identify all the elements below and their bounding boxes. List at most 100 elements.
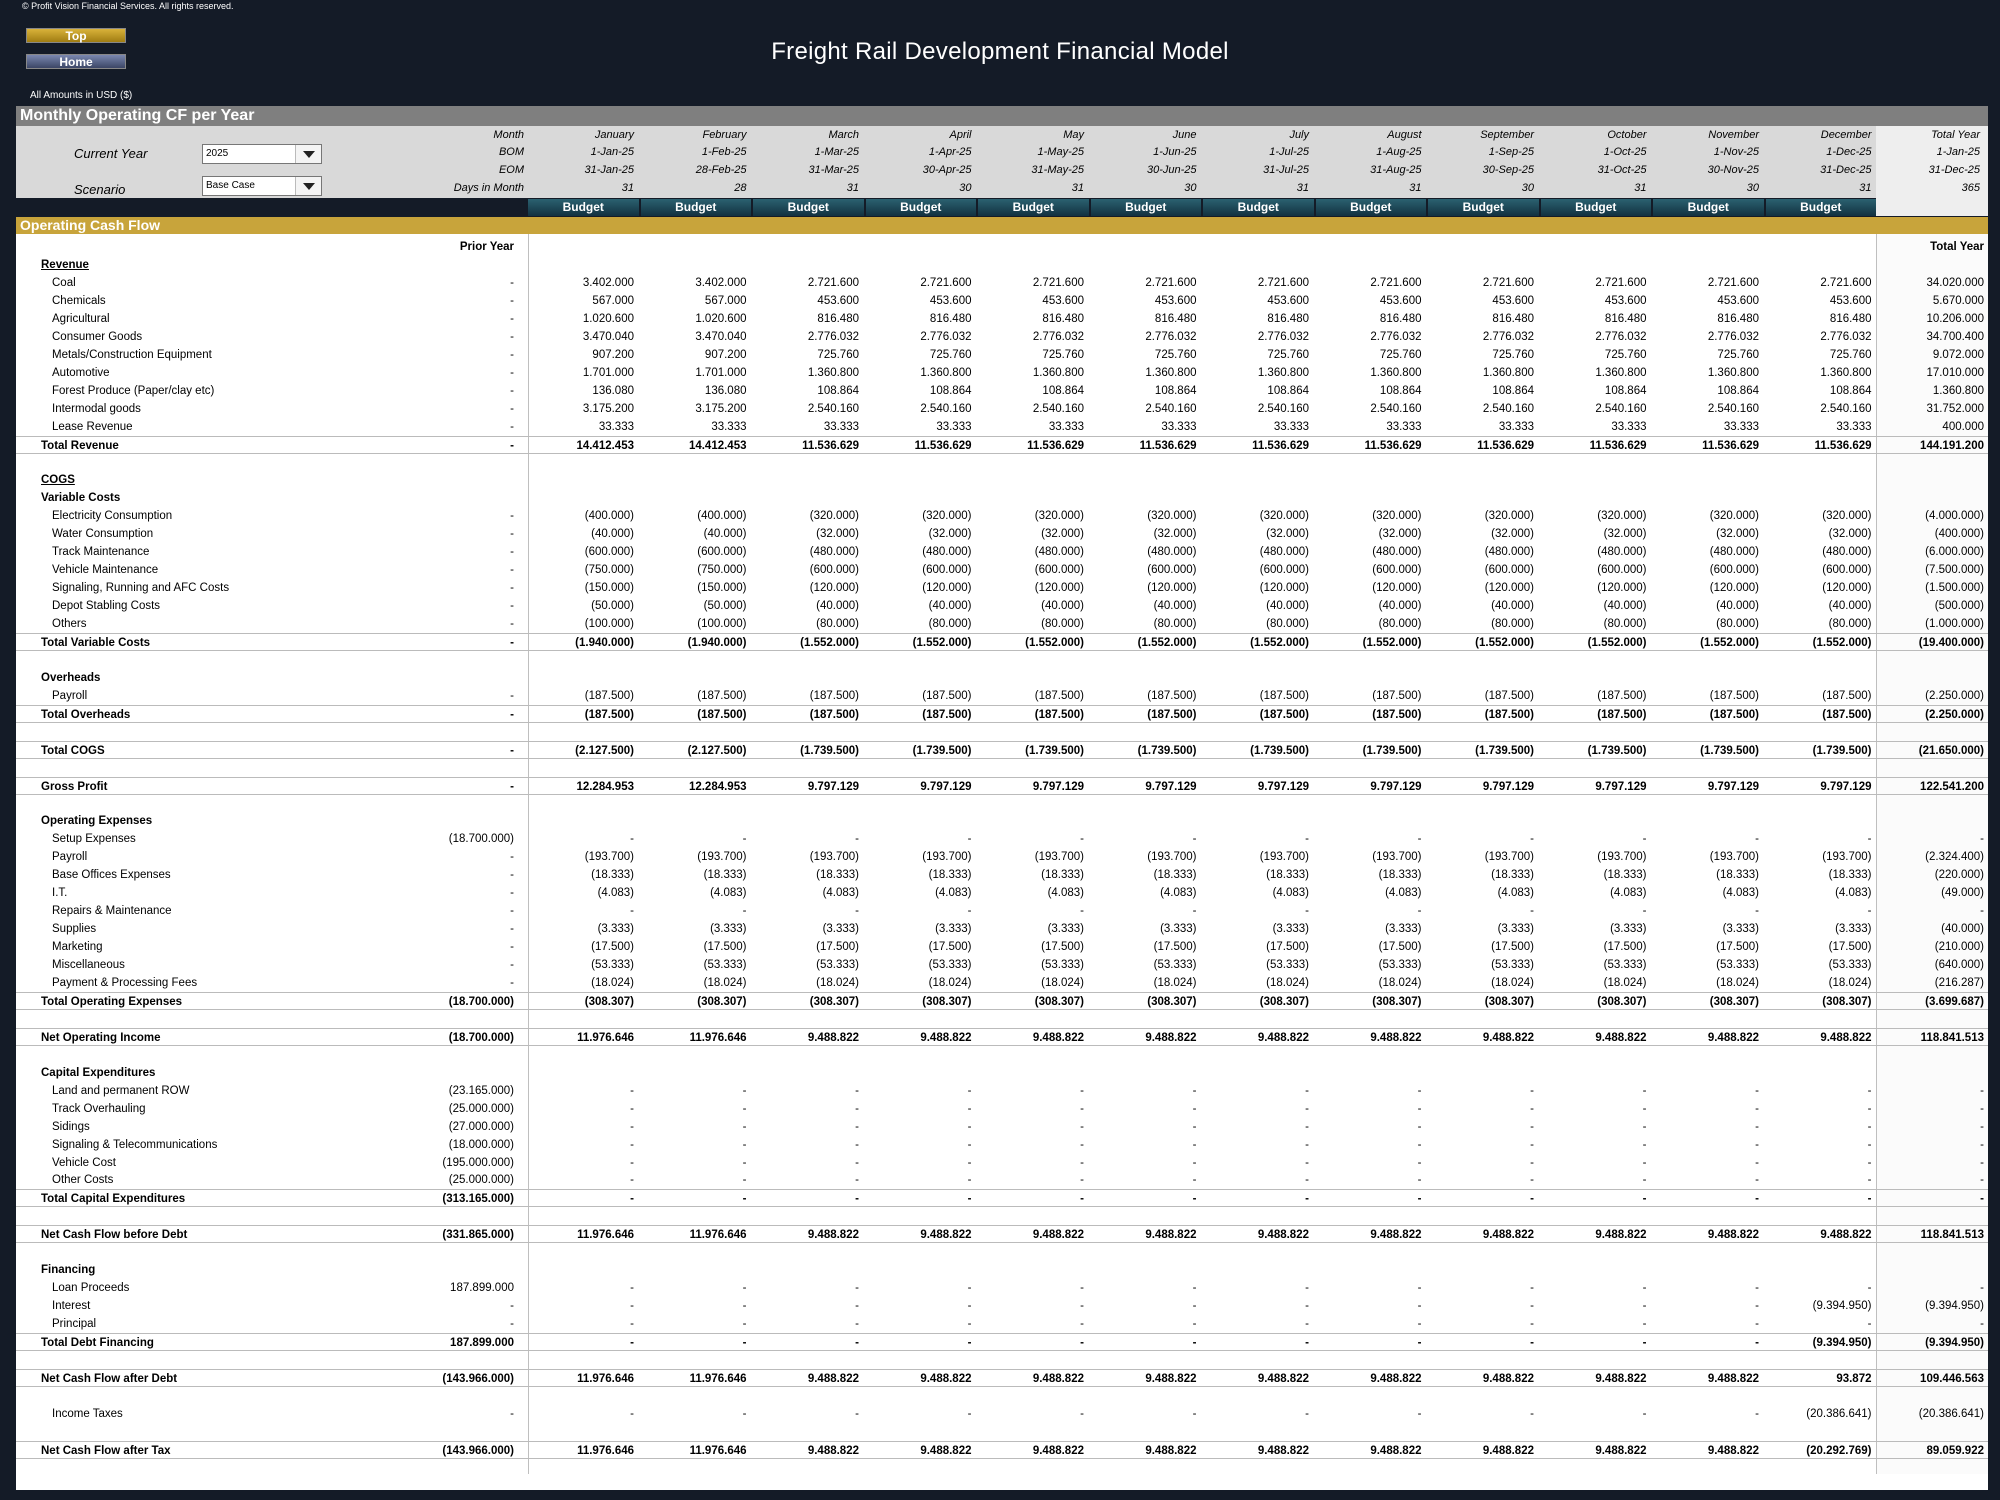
total-year-value: - <box>1980 1102 1984 1115</box>
month-value: (32.000) <box>1153 528 1197 541</box>
month-value: - <box>1417 1318 1422 1331</box>
month-value: (193.700) <box>1709 851 1759 864</box>
month-header-name: May <box>1063 129 1084 141</box>
current-year-select[interactable]: 2025 <box>202 144 322 164</box>
month-value: (40.000) <box>1603 600 1647 613</box>
month-row-label: Month <box>493 129 524 141</box>
month-value: 11.976.646 <box>577 1031 634 1044</box>
total-year-days: 365 <box>1961 182 1980 194</box>
month-value: (4.083) <box>822 887 859 900</box>
month-value: (18.333) <box>703 869 747 882</box>
month-value: 567.000 <box>704 294 747 307</box>
days-row-label: Days in Month <box>453 182 524 194</box>
month-value: - <box>1530 1156 1534 1169</box>
month-value: 725.760 <box>1829 348 1872 361</box>
month-value: - <box>855 1174 859 1187</box>
month-header-days: 31 <box>1859 182 1872 194</box>
month-value: (400.000) <box>697 510 747 523</box>
month-header-eom: 28-Feb-25 <box>695 164 747 176</box>
month-value: - <box>1192 1156 1197 1169</box>
month-value: - <box>1417 1193 1422 1206</box>
month-value: 816.480 <box>1717 312 1759 325</box>
month-value: 9.488.822 <box>1820 1031 1872 1044</box>
month-value: - <box>1305 1337 1309 1349</box>
month-value: (2.127.500) <box>687 744 747 757</box>
budget-label: Budget <box>1653 199 1764 216</box>
month-value: 1.020.600 <box>695 312 747 325</box>
month-value: (600.000) <box>922 564 972 577</box>
month-value: 11.976.646 <box>577 1372 634 1385</box>
total-year-value: - <box>1980 1120 1984 1133</box>
budget-label: Budget <box>1315 199 1426 216</box>
month-value: 9.488.822 <box>807 1229 859 1242</box>
month-header-bom: 1-Aug-25 <box>1376 146 1422 158</box>
month-value: - <box>1080 1174 1084 1187</box>
month-value: (18.333) <box>1491 869 1534 882</box>
row-label: Payroll <box>52 851 88 864</box>
month-value: - <box>967 1138 972 1151</box>
table-row: Total Debt Financing 187.899.000 - - - - - - - - -… <box>16 1333 1988 1351</box>
prior-year-value: - <box>510 420 514 433</box>
month-value: - <box>1530 905 1534 918</box>
month-value: - <box>1867 1174 1872 1187</box>
total-year-value: 5.670.000 <box>1932 294 1984 307</box>
month-value: (480.000) <box>1822 546 1872 559</box>
month-value: - <box>1305 1174 1309 1187</box>
month-header-eom: 31-Jan-25 <box>584 164 634 176</box>
month-value: 725.760 <box>929 348 972 361</box>
month-value: (3.333) <box>1497 923 1534 936</box>
total-year-value: 144.191.200 <box>1920 439 1984 452</box>
month-value: 1.360.800 <box>920 366 972 379</box>
month-value: 1.360.800 <box>1257 366 1309 379</box>
month-value: (40.000) <box>591 528 634 541</box>
chevron-down-icon[interactable] <box>295 177 321 195</box>
month-value: (50.000) <box>591 600 634 613</box>
month-value: (80.000) <box>1041 618 1084 630</box>
month-value: (18.024) <box>1491 977 1534 989</box>
month-value: 453.600 <box>1267 294 1309 307</box>
total-year-month: Total Year <box>1931 129 1980 141</box>
total-year-value: 400.000 <box>1942 420 1984 433</box>
month-value: 11.976.646 <box>577 1229 634 1242</box>
month-value: 9.488.822 <box>1032 1229 1084 1242</box>
month-value: (193.700) <box>1372 851 1422 864</box>
total-year-value: 118.841.513 <box>1920 1031 1984 1044</box>
month-value: - <box>1192 905 1197 918</box>
month-value: (40.000) <box>703 528 747 541</box>
table-row: Revenue <box>16 256 1988 274</box>
month-value: 108.864 <box>1604 384 1647 397</box>
month-value: (32.000) <box>1266 528 1309 541</box>
scenario-select[interactable]: Base Case <box>202 176 322 196</box>
prior-year-value: 187.899.000 <box>450 1282 514 1295</box>
month-value: - <box>1192 1282 1197 1295</box>
month-value: - <box>630 1120 634 1133</box>
chevron-down-icon[interactable] <box>295 145 321 163</box>
month-value: (53.333) <box>1378 959 1422 972</box>
month-value: 3.175.200 <box>582 402 634 415</box>
row-label: Income Taxes <box>52 1407 123 1420</box>
month-value: (600.000) <box>1822 564 1872 577</box>
month-value: - <box>630 1282 634 1295</box>
month-value: - <box>630 1318 634 1331</box>
total-year-value: (3.699.687) <box>1925 995 1984 1008</box>
month-value: - <box>1080 1282 1084 1295</box>
month-value: 453.600 <box>1154 294 1197 307</box>
month-value: (187.500) <box>697 689 747 702</box>
month-value: (193.700) <box>809 851 859 864</box>
month-value: (193.700) <box>1034 851 1084 864</box>
month-value: - <box>1192 1407 1197 1420</box>
row-label: Forest Produce (Paper/clay etc) <box>52 384 215 397</box>
prior-year-value: - <box>510 636 514 649</box>
prior-year-value: - <box>510 276 514 289</box>
total-year-value: (400.000) <box>1934 528 1984 541</box>
budget-label: Budget <box>753 199 864 216</box>
current-year-value: 2025 <box>206 148 229 159</box>
month-value: (600.000) <box>1597 564 1647 577</box>
copyright-notice: © Profit Vision Financial Services. All … <box>22 1 234 11</box>
month-value: 816.480 <box>1154 312 1197 325</box>
month-value: (187.500) <box>922 708 972 721</box>
month-value: (18.024) <box>1828 977 1872 989</box>
month-value: (308.307) <box>1259 995 1309 1008</box>
table-row: Track Overhauling (25.000.000) - - - - - - - - - - -… <box>16 1100 1988 1118</box>
month-value: (320.000) <box>1484 510 1534 523</box>
